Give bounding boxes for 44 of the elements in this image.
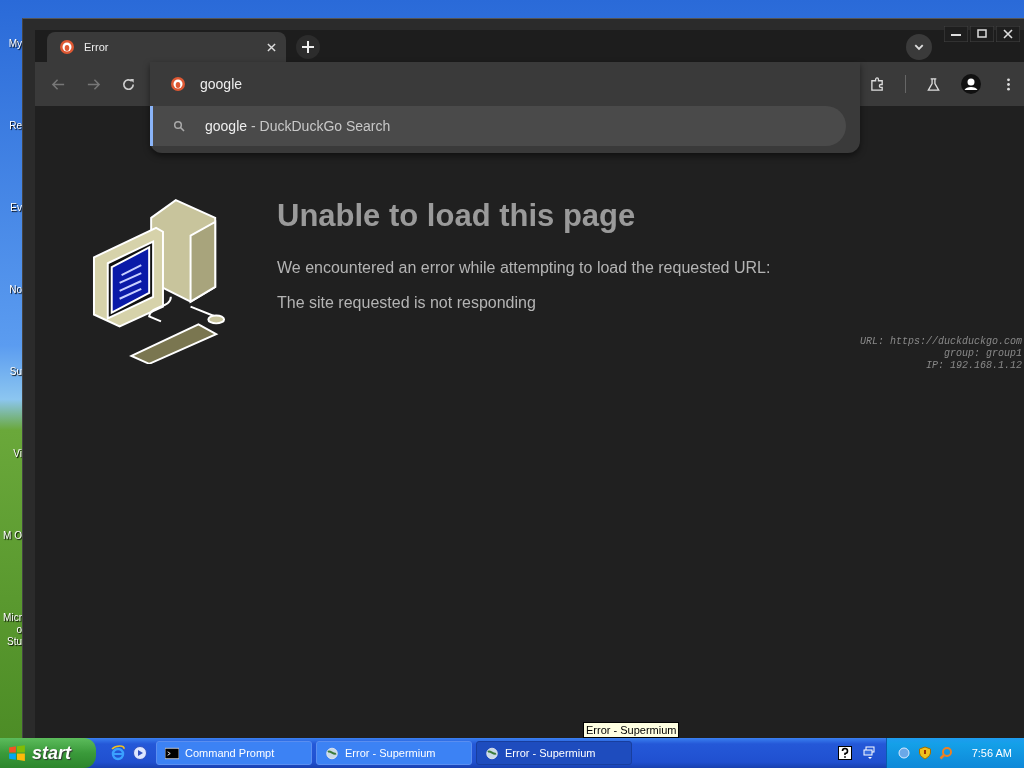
- taskbar-button[interactable]: Command Prompt: [156, 741, 312, 765]
- address-field[interactable]: google: [200, 76, 500, 92]
- puzzle-piece-icon[interactable]: [870, 76, 885, 92]
- search-icon: [173, 120, 185, 132]
- taskbar-button[interactable]: Error - Supermium: [316, 741, 472, 765]
- browser-tab[interactable]: Error: [47, 32, 286, 62]
- desktop-icon-label[interactable]: Re: [0, 120, 22, 202]
- chevron-down-icon[interactable]: [906, 34, 932, 60]
- connection-info-text: URL: https://duckduckgo.com: [859, 336, 1022, 348]
- desktop-icon-label[interactable]: Micro Stu: [0, 612, 22, 694]
- tooltip: Error - Supermium: [583, 722, 680, 738]
- flask-icon[interactable]: [926, 76, 941, 92]
- desktop-icon-label[interactable]: My: [0, 38, 22, 120]
- shield-icon[interactable]: [917, 746, 932, 760]
- connection-info-text: group: group1: [944, 348, 1022, 360]
- desktop-icon-label[interactable]: Su: [0, 366, 22, 448]
- console-icon: [165, 746, 179, 760]
- minimize-icon[interactable]: [944, 26, 968, 42]
- duck-logo-icon: [59, 39, 75, 55]
- close-icon[interactable]: [996, 26, 1020, 42]
- desktop-icon-label[interactable]: Vi: [0, 448, 22, 530]
- help-icon[interactable]: [837, 746, 852, 760]
- reload-icon[interactable]: [121, 76, 136, 92]
- browser-globe-icon: [485, 746, 499, 760]
- clock: 7:56 AM: [971, 747, 1012, 759]
- windows-flag-icon: [8, 744, 26, 762]
- desktop-icon-label[interactable]: No: [0, 284, 22, 366]
- restore-windows-icon[interactable]: [861, 746, 876, 760]
- profile-avatar-icon[interactable]: [961, 74, 981, 94]
- duck-logo-icon: [170, 76, 186, 92]
- error-heading: Unable to load this page: [277, 198, 637, 234]
- browser-globe-icon: [325, 746, 339, 760]
- taskbar-button[interactable]: Error - Supermium: [476, 741, 632, 765]
- search-suggestion[interactable]: google - DuckDuckGo Search: [150, 106, 846, 146]
- media-player-icon[interactable]: [132, 745, 148, 761]
- error-detail: The site requested is not responding: [277, 294, 537, 312]
- maximize-icon[interactable]: [970, 26, 994, 42]
- desktop-icon-label[interactable]: M O: [0, 530, 22, 612]
- desktop-icon-label[interactable]: Ev: [0, 202, 22, 284]
- browser-e-icon[interactable]: [110, 745, 126, 761]
- connection-info-text: IP: 192.168.1.12: [926, 360, 1022, 372]
- plus-icon[interactable]: [296, 35, 320, 59]
- start-button[interactable]: start: [0, 738, 96, 768]
- error-message: We encountered an error while attempting to load the requested URL:: [277, 259, 771, 277]
